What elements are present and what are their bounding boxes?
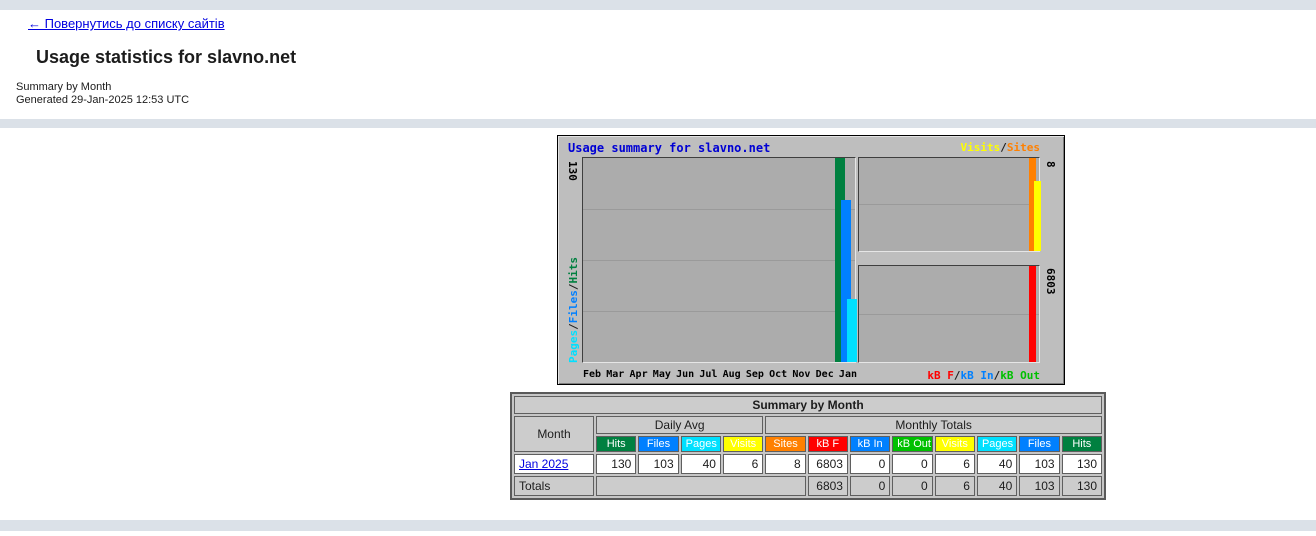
usage-summary-graph: Usage summary for slavno.net Visits/Site…: [557, 135, 1065, 385]
month-label: May: [653, 369, 671, 380]
graph-kb-legend: kB F/kB In/kB Out: [927, 369, 1040, 382]
divider-top: [0, 0, 1316, 10]
back-link[interactable]: ← Повернутись до списку сайтів: [28, 16, 225, 31]
bar-visits-jan: [1034, 181, 1041, 251]
cell-files-total: 103: [1019, 454, 1059, 474]
gridline: [583, 209, 855, 210]
gridline: [859, 314, 1039, 315]
legend-sites-label: Sites: [1007, 141, 1040, 154]
legend-kbf-label: kB F: [927, 369, 954, 382]
col-header-kbout: kB Out: [892, 436, 932, 452]
month-label: Mar: [606, 369, 624, 380]
cell-files-avg: 103: [638, 454, 678, 474]
generated-timestamp: Generated 29-Jan-2025 12:53 UTC: [16, 94, 189, 106]
col-header-month: Month: [514, 416, 594, 452]
month-label: Feb: [583, 369, 601, 380]
gridline: [583, 311, 855, 312]
table-title: Summary by Month: [514, 396, 1102, 414]
legend-kbin-label: kB In: [961, 369, 994, 382]
total-kbin: 0: [850, 476, 890, 496]
y-axis-max-hits: 130: [566, 161, 579, 181]
col-header-hits-total: Hits: [1062, 436, 1102, 452]
table-row: Jan 2025 130 103 40 6 8 6803 0 0 6 40 10…: [514, 454, 1102, 474]
axis-hits-label: Hits: [567, 257, 580, 284]
summary-by-month-label: Summary by Month: [16, 81, 111, 93]
cell-pages-avg: 40: [681, 454, 721, 474]
col-header-files-total: Files: [1019, 436, 1059, 452]
month-label: Aug: [723, 369, 741, 380]
page-title: Usage statistics for slavno.net: [36, 47, 296, 68]
col-header-sites: Sites: [765, 436, 805, 452]
cell-sites: 8: [765, 454, 805, 474]
month-label: Apr: [630, 369, 648, 380]
axis-files-label: Files: [567, 290, 580, 323]
cell-kbin: 0: [850, 454, 890, 474]
legend-separator: /: [1000, 141, 1007, 154]
bar-pages-jan: [847, 299, 857, 362]
col-header-visits-total: Visits: [935, 436, 975, 452]
total-pages: 40: [977, 476, 1017, 496]
total-visits: 6: [935, 476, 975, 496]
legend-kbout-label: kB Out: [1000, 369, 1040, 382]
col-header-pages-total: Pages: [977, 436, 1017, 452]
group-header-monthly-totals: Monthly Totals: [765, 416, 1102, 434]
axis-separator: /: [567, 323, 580, 330]
kbytes-plot-area: [858, 265, 1040, 363]
totals-empty-cell: [596, 476, 806, 496]
bar-kbf-jan: [1029, 266, 1036, 362]
legend-separator: /: [954, 369, 961, 382]
legend-visits-label: Visits: [961, 141, 1001, 154]
col-header-pages: Pages: [681, 436, 721, 452]
col-header-visits: Visits: [723, 436, 763, 452]
graph-visits-sites-legend: Visits/Sites: [961, 141, 1041, 154]
x-axis-month-labels: Feb Mar Apr May Jun Jul Aug Sep Oct Nov …: [582, 369, 858, 380]
cell-hits-avg: 130: [596, 454, 636, 474]
axis-separator: /: [567, 284, 580, 291]
month-label: Jan: [839, 369, 857, 380]
y-axis-max-kbytes: 6803: [1044, 268, 1057, 295]
y-axis-max-sites: 8: [1044, 161, 1057, 168]
col-header-kbf: kB F: [808, 436, 848, 452]
gridline: [859, 204, 1039, 205]
main-plot-area: [582, 157, 856, 363]
month-label: Sep: [746, 369, 764, 380]
y-axis-label-pages-files-hits: Pages/Files/Hits: [567, 257, 580, 363]
divider-middle: [0, 119, 1316, 128]
month-label: Oct: [769, 369, 787, 380]
total-kbf: 6803: [808, 476, 848, 496]
col-header-kbin: kB In: [850, 436, 890, 452]
month-cell: Jan 2025: [514, 454, 594, 474]
cell-visits-avg: 6: [723, 454, 763, 474]
month-label: Jun: [676, 369, 694, 380]
totals-label: Totals: [514, 476, 594, 496]
summary-by-month-table: Summary by Month Month Daily Avg Monthly…: [510, 392, 1106, 500]
month-label: Dec: [816, 369, 834, 380]
month-label: Jul: [699, 369, 717, 380]
total-hits: 130: [1062, 476, 1102, 496]
axis-pages-label: Pages: [567, 330, 580, 363]
total-files: 103: [1019, 476, 1059, 496]
total-kbout: 0: [892, 476, 932, 496]
cell-visits-total: 6: [935, 454, 975, 474]
totals-row: Totals 6803 0 0 6 40 103 130: [514, 476, 1102, 496]
divider-bottom: [0, 520, 1316, 531]
graph-title: Usage summary for slavno.net: [568, 141, 770, 155]
cell-kbout: 0: [892, 454, 932, 474]
col-header-hits: Hits: [596, 436, 636, 452]
cell-hits-total: 130: [1062, 454, 1102, 474]
gridline: [583, 260, 855, 261]
month-label: Nov: [792, 369, 810, 380]
col-header-files: Files: [638, 436, 678, 452]
group-header-daily-avg: Daily Avg: [596, 416, 763, 434]
month-link[interactable]: Jan 2025: [519, 457, 568, 471]
cell-kbf: 6803: [808, 454, 848, 474]
cell-pages-total: 40: [977, 454, 1017, 474]
visits-sites-plot-area: [858, 157, 1040, 252]
